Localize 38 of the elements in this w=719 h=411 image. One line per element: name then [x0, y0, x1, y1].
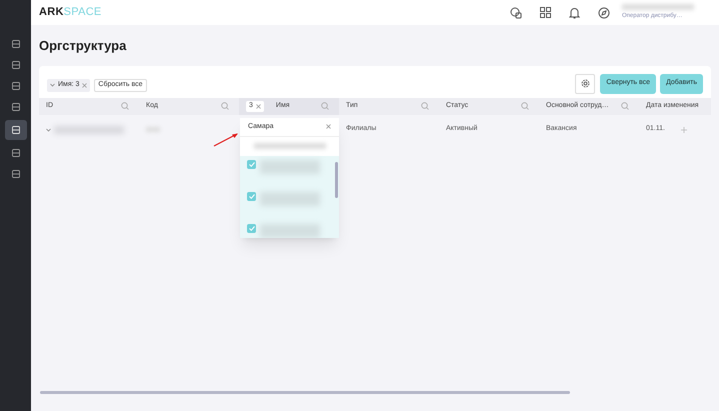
logo-text: ARK	[39, 6, 64, 18]
chevron-icon[interactable]	[50, 83, 55, 87]
grid-icon[interactable]	[540, 7, 551, 18]
menu-icon	[12, 103, 20, 111]
close-icon[interactable]	[326, 124, 331, 130]
redacted-text	[254, 143, 326, 150]
close-icon[interactable]	[82, 82, 88, 88]
annotation-arrow	[213, 131, 239, 147]
sidebar-item[interactable]	[4, 120, 26, 140]
chat-icon[interactable]	[510, 6, 522, 18]
redacted-text	[260, 224, 320, 238]
checkbox[interactable]	[247, 160, 256, 169]
search-icon[interactable]	[621, 102, 629, 110]
horizontal-scrollbar[interactable]	[40, 391, 570, 394]
menu-icon	[12, 126, 20, 134]
search-icon[interactable]	[521, 102, 529, 110]
menu-icon	[12, 61, 20, 69]
menu-icon	[12, 149, 20, 157]
settings-icon	[580, 79, 590, 88]
checkbox[interactable]	[247, 192, 256, 201]
scrollbar-thumb[interactable]	[335, 162, 338, 198]
menu-icon	[12, 40, 20, 48]
search-icon[interactable]	[321, 102, 329, 110]
bell-icon[interactable]	[569, 6, 580, 18]
plus-icon[interactable]	[680, 126, 687, 132]
search-icon[interactable]	[221, 102, 229, 110]
compass-icon[interactable]	[598, 6, 610, 18]
search-icon[interactable]	[421, 102, 429, 110]
close-icon[interactable]	[256, 104, 261, 108]
chevron-icon[interactable]	[46, 128, 51, 132]
page-title: Оргструктура	[39, 37, 128, 55]
settings-button[interactable]	[575, 74, 596, 94]
search-icon[interactable]	[121, 102, 129, 110]
menu-icon	[12, 170, 20, 178]
logo-text: SPACE	[64, 6, 102, 18]
redacted-name	[622, 4, 694, 10]
menu-icon	[12, 82, 20, 90]
checkbox[interactable]	[247, 224, 256, 233]
